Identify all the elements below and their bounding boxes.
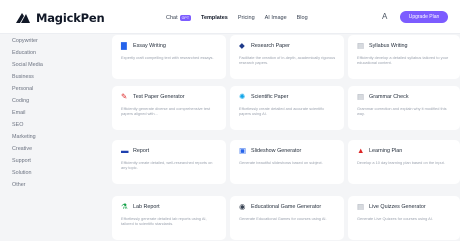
card-title: Live Quizzes Generator [369,204,426,210]
card-description: Effortlessly generate detailed lab repor… [121,216,207,227]
slideshow-icon: ▣ [239,146,247,155]
brand-name: MagickPen [36,11,105,25]
card-description: Efficiently create detailed, well-resear… [121,160,213,171]
upgrade-plan-button[interactable]: Upgrade Plan [400,11,448,23]
top-navigation-bar: MagickPen Chat GPT Templates Pricing AI … [0,0,460,34]
card-title: Scientific Paper [251,94,289,100]
sidebar-item-personal[interactable]: Personal [12,86,33,92]
brand[interactable]: MagickPen [15,10,105,26]
card-description: Generate beautiful slideshows based on s… [239,160,323,165]
sidebar-item-seo[interactable]: SEO [12,122,23,128]
card-title: Research Paper [251,43,290,49]
graduation-cap-icon: ◆ [239,41,245,50]
card-title: Learning Plan [369,148,403,154]
nav-item-ai-image[interactable]: AI Image [265,15,287,21]
nav-item-ai-image-label: AI Image [264,14,287,21]
atom-icon: ✺ [239,92,246,101]
sidebar-item-other[interactable]: Other [12,182,25,188]
template-card-educational-game-generator[interactable]: ◉ Educational Game Generator Generate Ed… [230,196,344,240]
card-description: Expertly craft compelling text with rese… [121,55,214,60]
quiz-icon: ▤ [357,202,365,211]
template-card-test-paper-generator[interactable]: ✎ Test Paper Generator Efficiently gener… [112,86,226,130]
template-card-report[interactable]: ▬ Report Efficiently create detailed, we… [112,140,226,184]
report-icon: ▬ [121,146,129,155]
template-card-grammar-check[interactable]: ▤ Grammar Check Grammar correction and e… [348,86,460,130]
syllabus-icon: ▤ [357,41,365,50]
magickpen-logo-icon [16,13,30,23]
template-card-scientific-paper[interactable]: ✺ Scientific Paper Effortlessly create d… [230,86,344,130]
nav-item-chat[interactable]: Chat GPT [166,14,192,21]
learning-plan-icon: ▲ [357,146,365,155]
template-card-lab-report[interactable]: ⚗ Lab Report Effortlessly generate detai… [112,196,226,240]
sidebar-item-support[interactable]: Support [12,158,31,164]
template-card-essay-writing[interactable]: ▇ Essay Writing Expertly craft compellin… [112,35,226,79]
nav-item-templates[interactable]: Templates [201,15,228,21]
lab-flask-icon: ⚗ [121,202,128,211]
nav-item-pricing[interactable]: Pricing [238,15,255,21]
card-title: Slideshow Generator [251,148,302,154]
card-description: Efficiently develop a detailed syllabus … [357,55,449,66]
page: MagickPen Chat GPT Templates Pricing AI … [0,0,460,241]
sidebar-item-coding[interactable]: Coding [12,98,29,104]
card-title: Lab Report [133,204,160,210]
nav-item-templates-label: Templates [201,14,228,21]
grammar-check-icon: ▤ [357,92,365,101]
card-description: Facilitate the creation of in-depth, aca… [239,55,336,66]
nav-item-chat-label: Chat [166,14,178,21]
essay-icon: ▇ [121,41,127,50]
sidebar-item-email[interactable]: Email [12,110,25,116]
sidebar-item-creative[interactable]: Creative [12,146,32,152]
template-card-learning-plan[interactable]: ▲ Learning Plan Develop a 10 day learnin… [348,140,460,184]
sidebar-item-marketing[interactable]: Marketing [12,134,36,140]
card-title: Test Paper Generator [133,94,185,100]
nav-item-blog-label: Blog [296,14,308,21]
main-nav: Chat GPT Templates Pricing AI Image Blog [166,12,318,23]
card-title: Educational Game Generator [251,204,322,210]
card-description: Generate Live Quizzes for courses using … [357,216,433,221]
template-card-syllabus-writing[interactable]: ▤ Syllabus Writing Efficiently develop a… [348,35,460,79]
card-description: Develop a 10 day learning plan based on … [357,160,445,165]
language-icon[interactable]: A [382,12,387,21]
card-title: Essay Writing [133,43,166,49]
card-description: Generate Educational Games for courses u… [239,216,327,221]
nav-badge-gpt: GPT [179,14,192,21]
template-card-research-paper[interactable]: ◆ Research Paper Facilitate the creation… [230,35,344,79]
sidebar-item-education[interactable]: Education [12,50,36,56]
card-description: Efficiently generate diverse and compreh… [121,106,211,117]
card-description: Effortlessly create detailed and accurat… [239,106,325,117]
gamepad-icon: ◉ [239,202,246,211]
nav-item-pricing-label: Pricing [237,14,255,21]
category-sidebar: Copywriter Education Social Media Busine… [0,34,110,241]
sidebar-item-copywriter[interactable]: Copywriter [12,38,38,44]
sidebar-item-business[interactable]: Business [12,74,34,80]
sidebar-item-social-media[interactable]: Social Media [12,62,43,68]
card-title: Syllabus Writing [369,43,408,49]
card-description: Grammar correction and explain why it mo… [357,106,447,117]
template-card-slideshow-generator[interactable]: ▣ Slideshow Generator Generate beautiful… [230,140,344,184]
template-card-live-quizzes-generator[interactable]: ▤ Live Quizzes Generator Generate Live Q… [348,196,460,240]
card-title: Report [133,148,150,154]
nav-item-blog[interactable]: Blog [297,15,308,21]
sidebar-item-solution[interactable]: Solution [12,170,31,176]
card-title: Grammar Check [369,94,409,100]
test-paper-icon: ✎ [121,92,128,101]
